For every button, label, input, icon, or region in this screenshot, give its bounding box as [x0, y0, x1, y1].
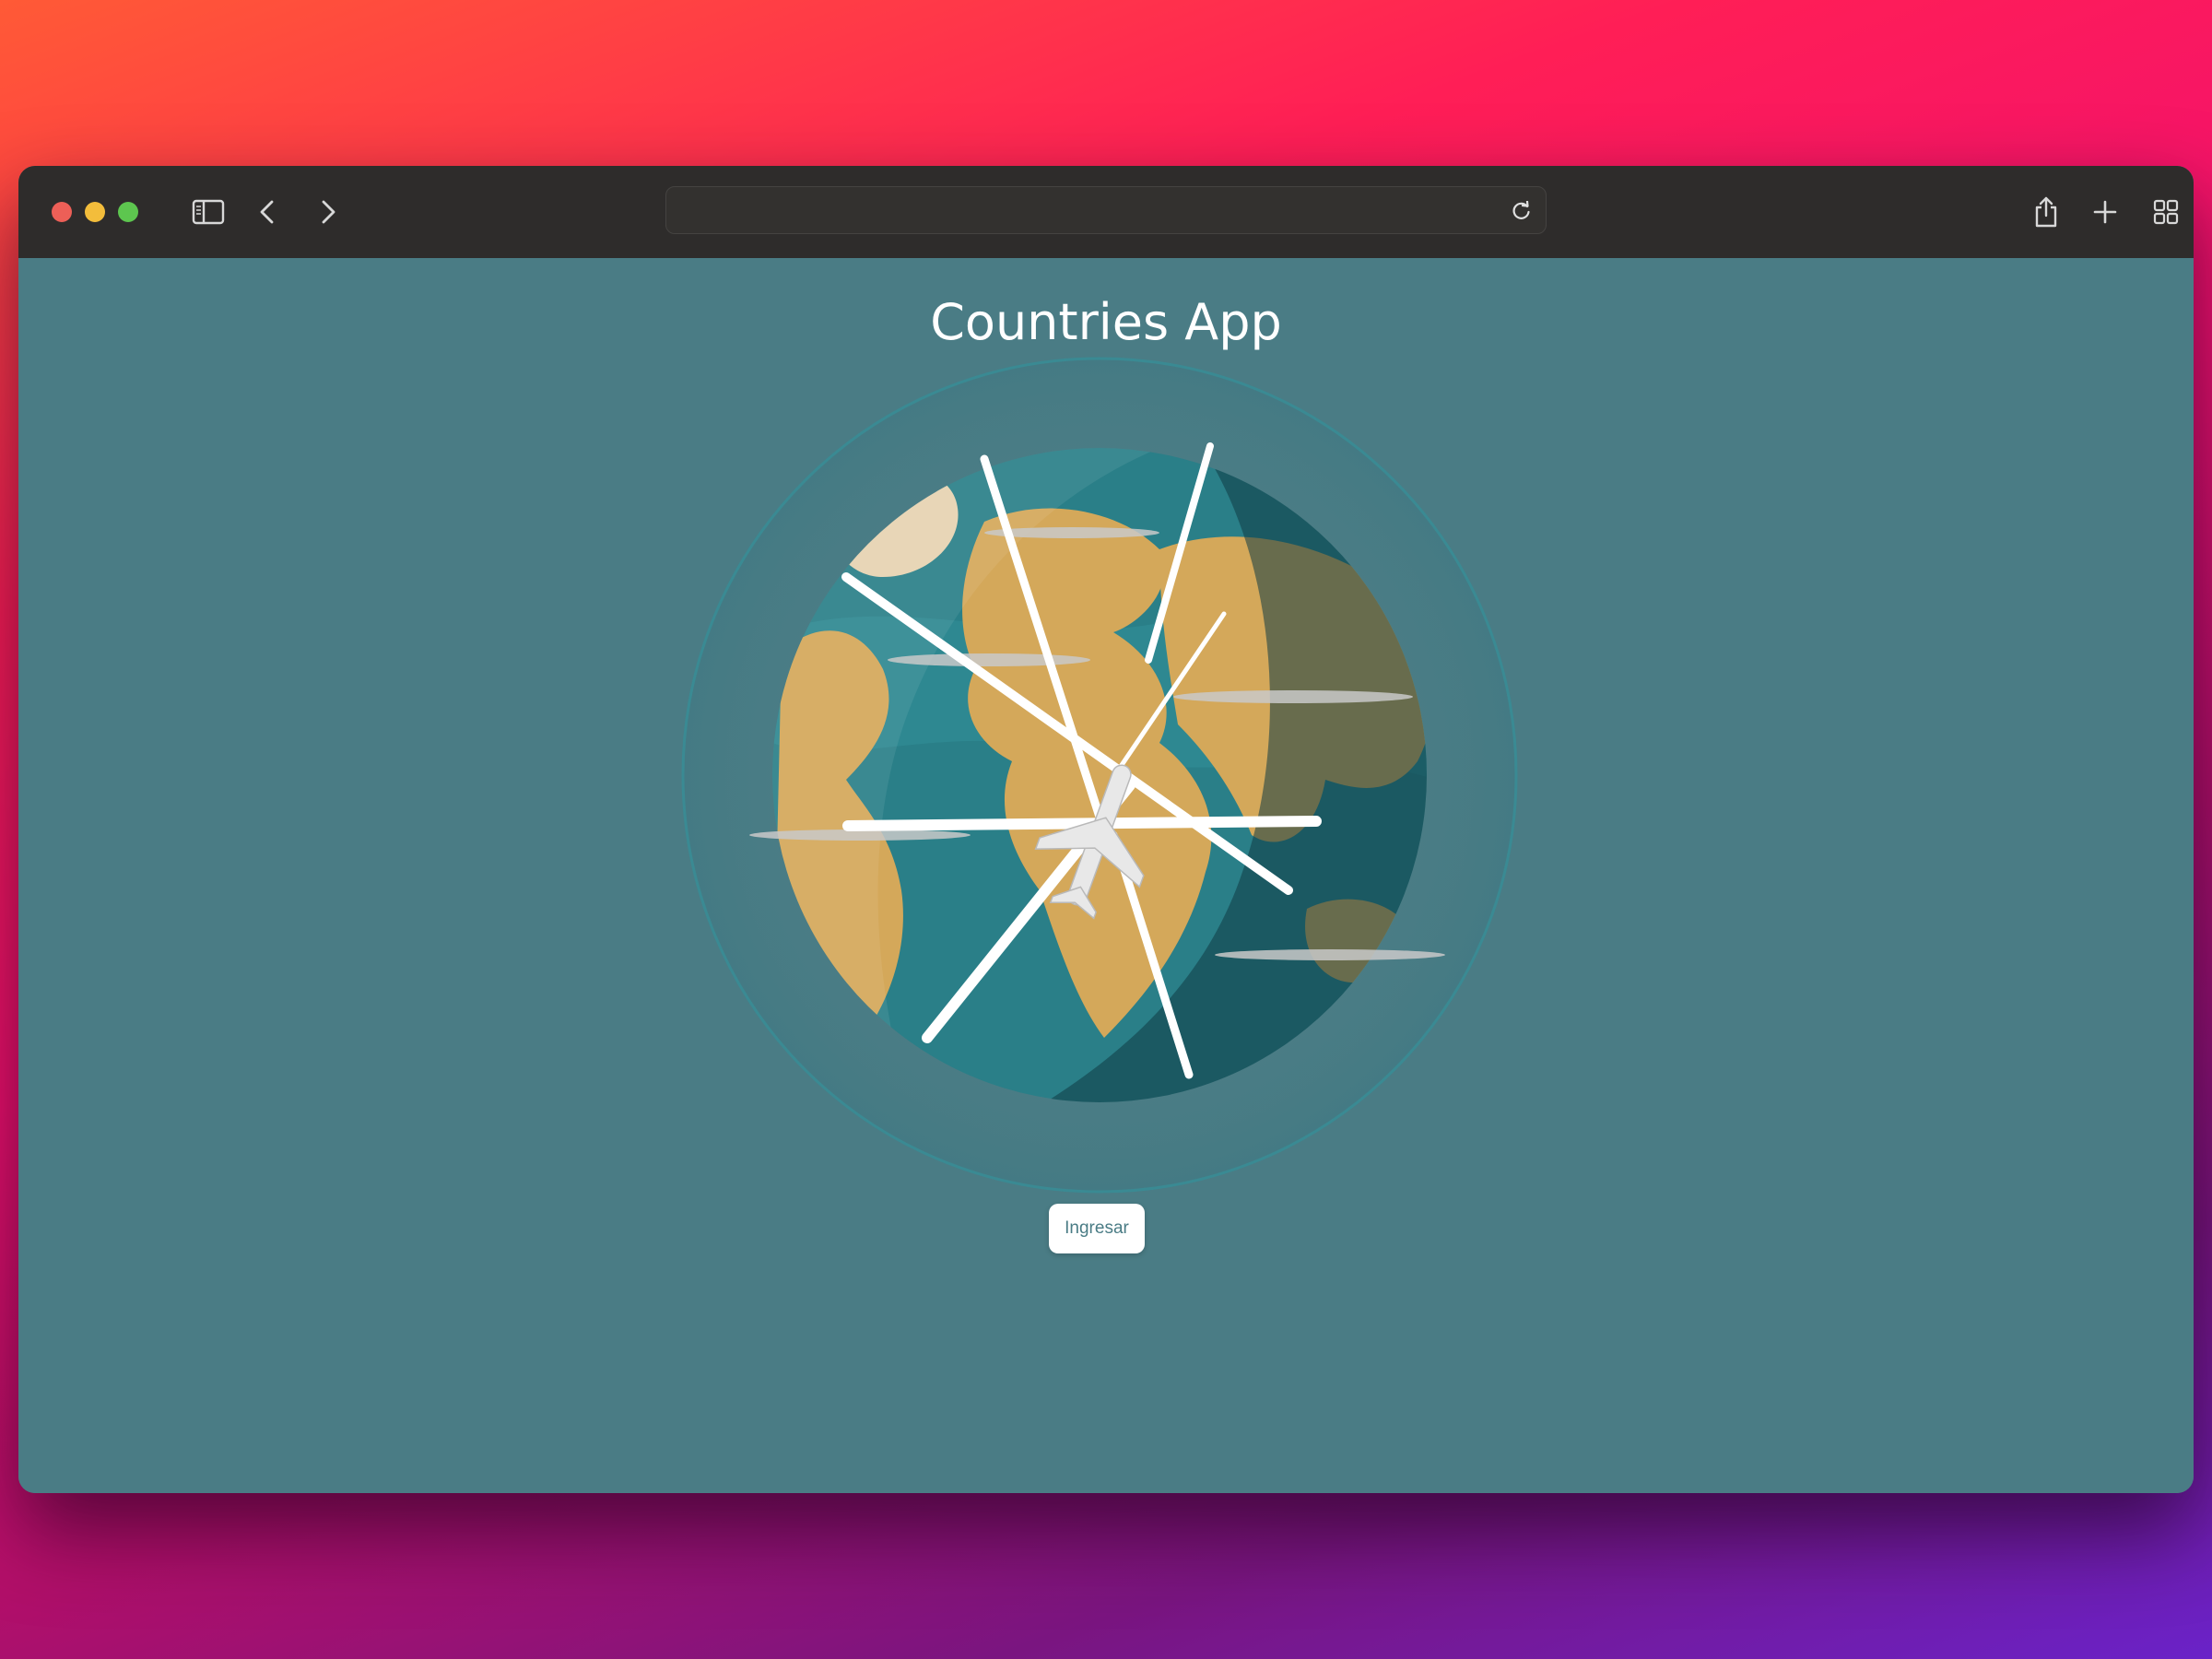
page-title: Countries App [930, 293, 1282, 351]
tab-overview-icon[interactable] [2147, 194, 2184, 230]
url-input[interactable] [681, 194, 1496, 228]
reload-icon[interactable] [1509, 198, 1535, 224]
globe-airplane-icon [680, 356, 1519, 1194]
minimize-window-button[interactable] [85, 202, 105, 222]
sidebar-icon[interactable] [190, 194, 227, 230]
browser-window: Countries App Ingresar [18, 166, 2194, 1493]
zoom-window-button[interactable] [118, 202, 138, 222]
browser-toolbar [18, 166, 2194, 259]
close-window-button[interactable] [52, 202, 72, 222]
new-tab-icon[interactable] [2087, 194, 2124, 230]
back-arrow-icon[interactable] [249, 194, 286, 230]
enter-button[interactable]: Ingresar [1049, 1204, 1145, 1253]
page-content: Countries App Ingresar [18, 258, 2194, 1493]
share-icon[interactable] [2028, 194, 2065, 230]
forward-arrow-icon[interactable] [310, 194, 347, 230]
address-bar[interactable] [665, 186, 1547, 234]
